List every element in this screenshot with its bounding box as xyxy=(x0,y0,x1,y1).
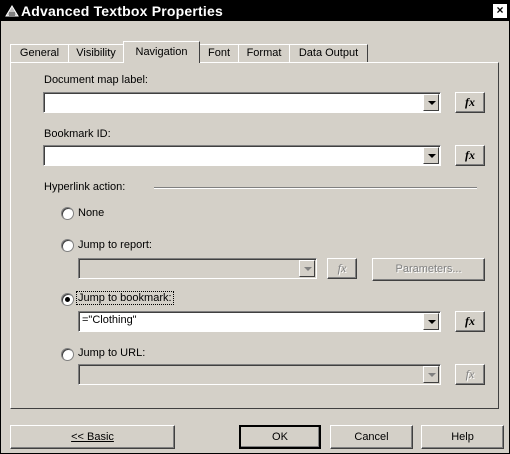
chevron-down-icon xyxy=(423,366,439,383)
section-divider xyxy=(154,187,477,189)
jump-to-url-combo[interactable] xyxy=(78,364,441,385)
radio-jump-to-report-label: Jump to report: xyxy=(78,239,152,251)
basic-button[interactable]: << Basic xyxy=(10,425,175,449)
title-bar: Advanced Textbox Properties × xyxy=(1,1,509,21)
navigation-panel: Document map label: fx Bookmark ID: fx H… xyxy=(10,62,499,409)
bookmark-id-expression-button[interactable]: fx xyxy=(455,145,485,166)
close-button[interactable]: × xyxy=(493,4,507,18)
parameters-button[interactable]: Parameters... xyxy=(372,258,485,281)
document-map-label: Document map label: xyxy=(44,74,148,86)
dialog-icon xyxy=(5,5,19,17)
tab-general[interactable]: General xyxy=(10,44,69,62)
dialog-window: Advanced Textbox Properties × General Vi… xyxy=(0,0,510,454)
tab-visibility[interactable]: Visibility xyxy=(68,44,124,62)
help-button[interactable]: Help xyxy=(421,425,504,449)
jump-to-report-combo[interactable] xyxy=(78,258,317,279)
hyperlink-action-label: Hyperlink action: xyxy=(44,181,126,193)
chevron-down-icon[interactable] xyxy=(423,94,439,111)
basic-button-label: << Basic xyxy=(71,431,114,443)
radio-jump-to-report[interactable] xyxy=(61,239,74,252)
window-title: Advanced Textbox Properties xyxy=(21,3,223,19)
radio-jump-to-url[interactable] xyxy=(61,348,74,361)
document-map-combo[interactable] xyxy=(43,92,441,113)
document-map-expression-button[interactable]: fx xyxy=(455,92,485,113)
radio-jump-to-bookmark[interactable] xyxy=(61,293,74,306)
jump-to-report-expression-button[interactable]: fx xyxy=(327,258,357,279)
chevron-down-icon[interactable] xyxy=(423,147,439,164)
ok-button[interactable]: OK xyxy=(239,425,321,449)
tab-format[interactable]: Format xyxy=(238,44,290,62)
tab-data-output[interactable]: Data Output xyxy=(289,44,368,62)
bookmark-id-label: Bookmark ID: xyxy=(44,128,111,140)
radio-none[interactable] xyxy=(61,207,74,220)
jump-to-bookmark-combo[interactable]: ="Clothing" xyxy=(78,311,441,332)
jump-to-url-expression-button[interactable]: fx xyxy=(455,364,485,385)
tab-font[interactable]: Font xyxy=(199,44,239,62)
radio-jump-to-bookmark-label: Jump to bookmark: xyxy=(76,291,174,305)
chevron-down-icon xyxy=(299,260,315,277)
cancel-button[interactable]: Cancel xyxy=(330,425,413,449)
jump-to-bookmark-expression-button[interactable]: fx xyxy=(455,311,485,332)
jump-to-bookmark-value: ="Clothing" xyxy=(82,314,137,326)
chevron-down-icon[interactable] xyxy=(423,313,439,330)
radio-none-label: None xyxy=(78,207,105,219)
radio-jump-to-url-label: Jump to URL: xyxy=(78,347,146,359)
tab-navigation[interactable]: Navigation xyxy=(123,41,200,63)
bookmark-id-combo[interactable] xyxy=(43,145,441,166)
